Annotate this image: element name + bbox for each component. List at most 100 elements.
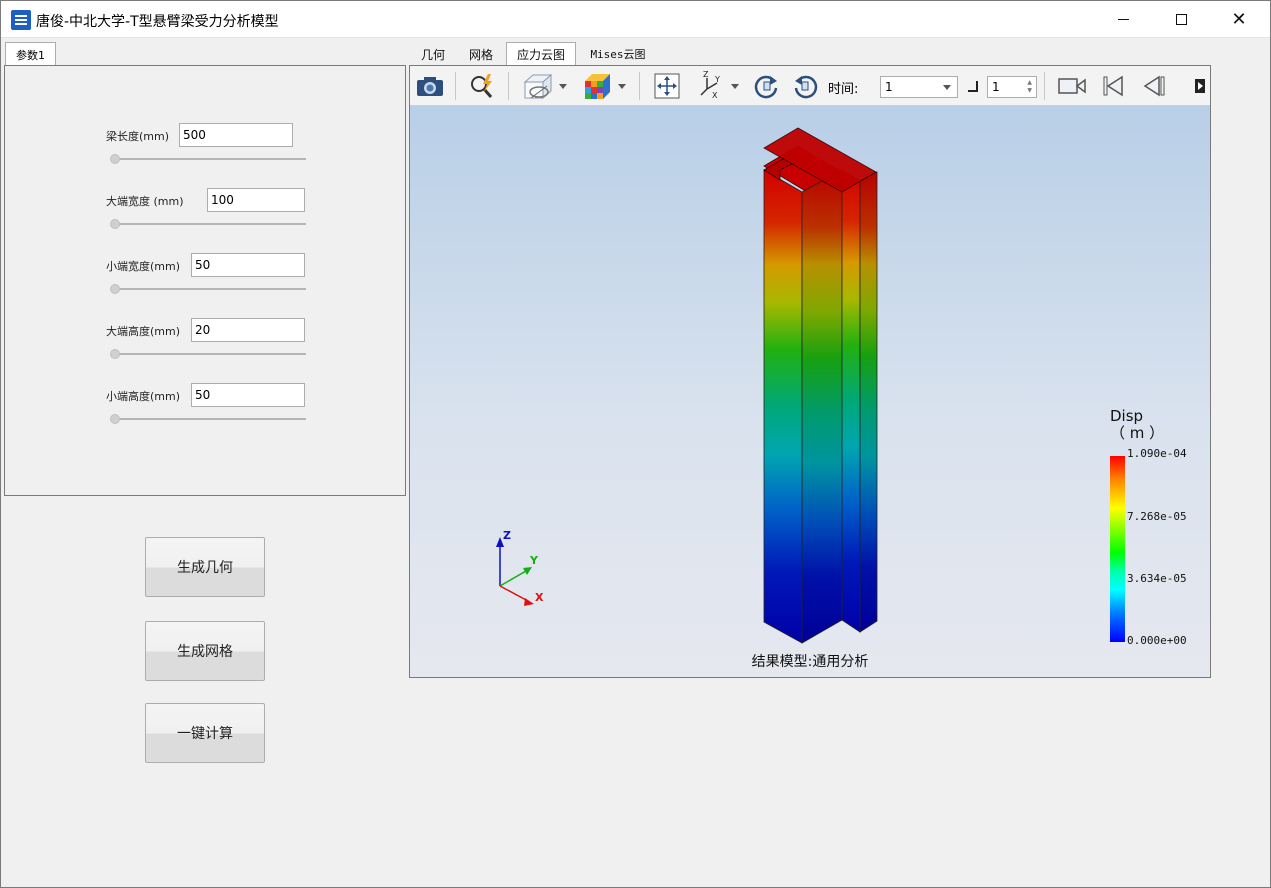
legend-tick-min: 0.000e+00	[1127, 634, 1187, 647]
window-title: 唐俊-中北大学-T型悬臂梁受力分析模型	[36, 14, 279, 30]
legend-tick-max: 1.090e-04	[1127, 447, 1187, 460]
large-height-slider[interactable]	[110, 349, 120, 359]
tab-geometry[interactable]: 几何	[410, 42, 456, 66]
step-value: 1	[992, 80, 1000, 94]
generate-mesh-button[interactable]: 生成网格	[145, 621, 265, 681]
small-width-input[interactable]	[191, 253, 305, 277]
axis-y-label: Y	[529, 554, 539, 567]
small-height-input[interactable]	[191, 383, 305, 407]
rotate-cw-button[interactable]	[750, 71, 782, 101]
contour-color-dropdown[interactable]	[578, 71, 630, 101]
tab-mesh[interactable]: 网格	[458, 42, 504, 66]
large-width-input[interactable]	[207, 188, 305, 212]
slider-track	[111, 418, 306, 420]
spin-arrows-icon[interactable]: ▲ ▼	[1027, 79, 1032, 95]
slider-track	[111, 353, 306, 355]
skip-to-start-icon	[1103, 75, 1123, 97]
time-label: 时间:	[828, 82, 859, 97]
fit-view-button[interactable]	[650, 71, 684, 101]
record-video-button[interactable]	[1055, 71, 1089, 101]
param-row-large-width: 大端宽度 (mm)	[5, 188, 405, 229]
legend-quantity: Disp	[1110, 407, 1144, 425]
step-back-icon	[1143, 75, 1165, 97]
viewer-toolbar: Z Y X 时间: 1 1 ▲ ▼	[410, 66, 1210, 106]
maximize-button[interactable]	[1158, 1, 1204, 38]
previous-frame-button[interactable]	[1138, 71, 1170, 101]
beam-front-face	[763, 169, 803, 644]
svg-text:Z: Z	[703, 71, 709, 79]
legend-tick: 7.268e-05	[1127, 510, 1187, 523]
param-label: 小端宽度(mm)	[106, 260, 181, 273]
step-icon	[968, 81, 978, 92]
axis-z-label: Z	[503, 531, 511, 542]
chevron-down-icon	[731, 83, 739, 89]
rotate-clockwise-icon	[754, 75, 778, 99]
tab-stress-contour[interactable]: 应力云图	[506, 42, 576, 66]
minimize-button[interactable]	[1100, 1, 1146, 38]
param-label: 大端宽度 (mm)	[106, 195, 184, 208]
time-value: 1	[885, 80, 893, 94]
slider-track	[111, 223, 306, 225]
param-label: 梁长度(mm)	[106, 130, 170, 143]
rotate-counterclockwise-icon	[794, 75, 818, 99]
axis-x-label: X	[535, 591, 544, 604]
result-viewer: Z Y X 时间: 1 1 ▲ ▼ Z Y X Disp （ m ） 1.090…	[409, 65, 1211, 678]
maximize-icon	[1175, 14, 1187, 25]
compute-button[interactable]: 一键计算	[145, 703, 265, 763]
param-row-beam-length: 梁长度(mm)	[5, 123, 405, 164]
param-panel: 梁长度(mm) 大端宽度 (mm) 小端宽度(mm) 大端高度(mm) 小端高度…	[4, 65, 406, 496]
slider-track	[111, 158, 306, 160]
tab-mises-contour[interactable]: Mises云图	[578, 42, 658, 66]
param-row-small-width: 小端宽度(mm)	[5, 253, 405, 294]
tab-params[interactable]: 参数1	[5, 42, 56, 66]
first-frame-button[interactable]	[1098, 71, 1128, 101]
magnifier-lightning-icon	[471, 74, 493, 98]
step-spinbox[interactable]: 1 ▲ ▼	[987, 76, 1037, 98]
legend-tick: 3.634e-05	[1127, 572, 1187, 585]
probe-button[interactable]	[466, 71, 500, 101]
title-bar: 唐俊-中北大学-T型悬臂梁受力分析模型 ✕	[1, 1, 1270, 38]
beam-length-input[interactable]	[179, 123, 293, 147]
color-cube-icon	[585, 74, 610, 99]
beam-web-face	[841, 169, 861, 633]
chevron-down-icon	[559, 83, 567, 89]
3d-canvas[interactable]: Z Y X Disp （ m ） 1.090e-04 7.268e-05 3.6…	[410, 106, 1210, 677]
time-select[interactable]: 1	[880, 76, 958, 98]
beam-flange-face	[859, 171, 878, 633]
axis-view-dropdown[interactable]: Z Y X	[692, 71, 742, 101]
svg-text:Y: Y	[714, 75, 720, 84]
minimize-icon	[1117, 19, 1129, 20]
chevron-right-icon	[1195, 79, 1205, 93]
param-label: 大端高度(mm)	[106, 325, 181, 338]
axis-orientation-icon: Z Y X	[700, 71, 720, 100]
result-model-label: 结果模型:通用分析	[751, 654, 869, 670]
camera-icon	[417, 77, 443, 96]
cube-section-icon	[523, 73, 553, 100]
legend-color-bar	[1110, 456, 1125, 642]
param-row-small-height: 小端高度(mm)	[5, 383, 405, 424]
close-button[interactable]: ✕	[1216, 1, 1262, 38]
large-height-input[interactable]	[191, 318, 305, 342]
slider-track	[111, 288, 306, 290]
large-width-slider[interactable]	[110, 219, 120, 229]
app-window: 唐俊-中北大学-T型悬臂梁受力分析模型 ✕ 参数1 梁长度(mm) 大端宽度 (…	[0, 0, 1271, 888]
small-width-slider[interactable]	[110, 284, 120, 294]
legend-unit: （ m ）	[1110, 424, 1165, 442]
more-toolbar-button[interactable]	[1192, 71, 1208, 101]
axis-triad: Z Y X	[496, 531, 544, 606]
param-row-large-height: 大端高度(mm)	[5, 318, 405, 359]
chevron-down-icon	[943, 85, 951, 90]
video-camera-icon	[1058, 78, 1086, 94]
rotate-ccw-button[interactable]	[790, 71, 822, 101]
generate-geometry-button[interactable]: 生成几何	[145, 537, 265, 597]
chevron-down-icon	[618, 83, 626, 89]
camera-screenshot-button[interactable]	[414, 71, 446, 101]
fit-view-icon	[654, 73, 680, 99]
app-icon	[11, 10, 31, 30]
legend-title: Disp （ m ）	[1110, 408, 1164, 442]
small-height-slider[interactable]	[110, 414, 120, 424]
section-view-dropdown[interactable]	[518, 71, 570, 101]
param-label: 小端高度(mm)	[106, 390, 181, 403]
beam-side-face	[801, 169, 843, 644]
beam-length-slider[interactable]	[110, 154, 120, 164]
